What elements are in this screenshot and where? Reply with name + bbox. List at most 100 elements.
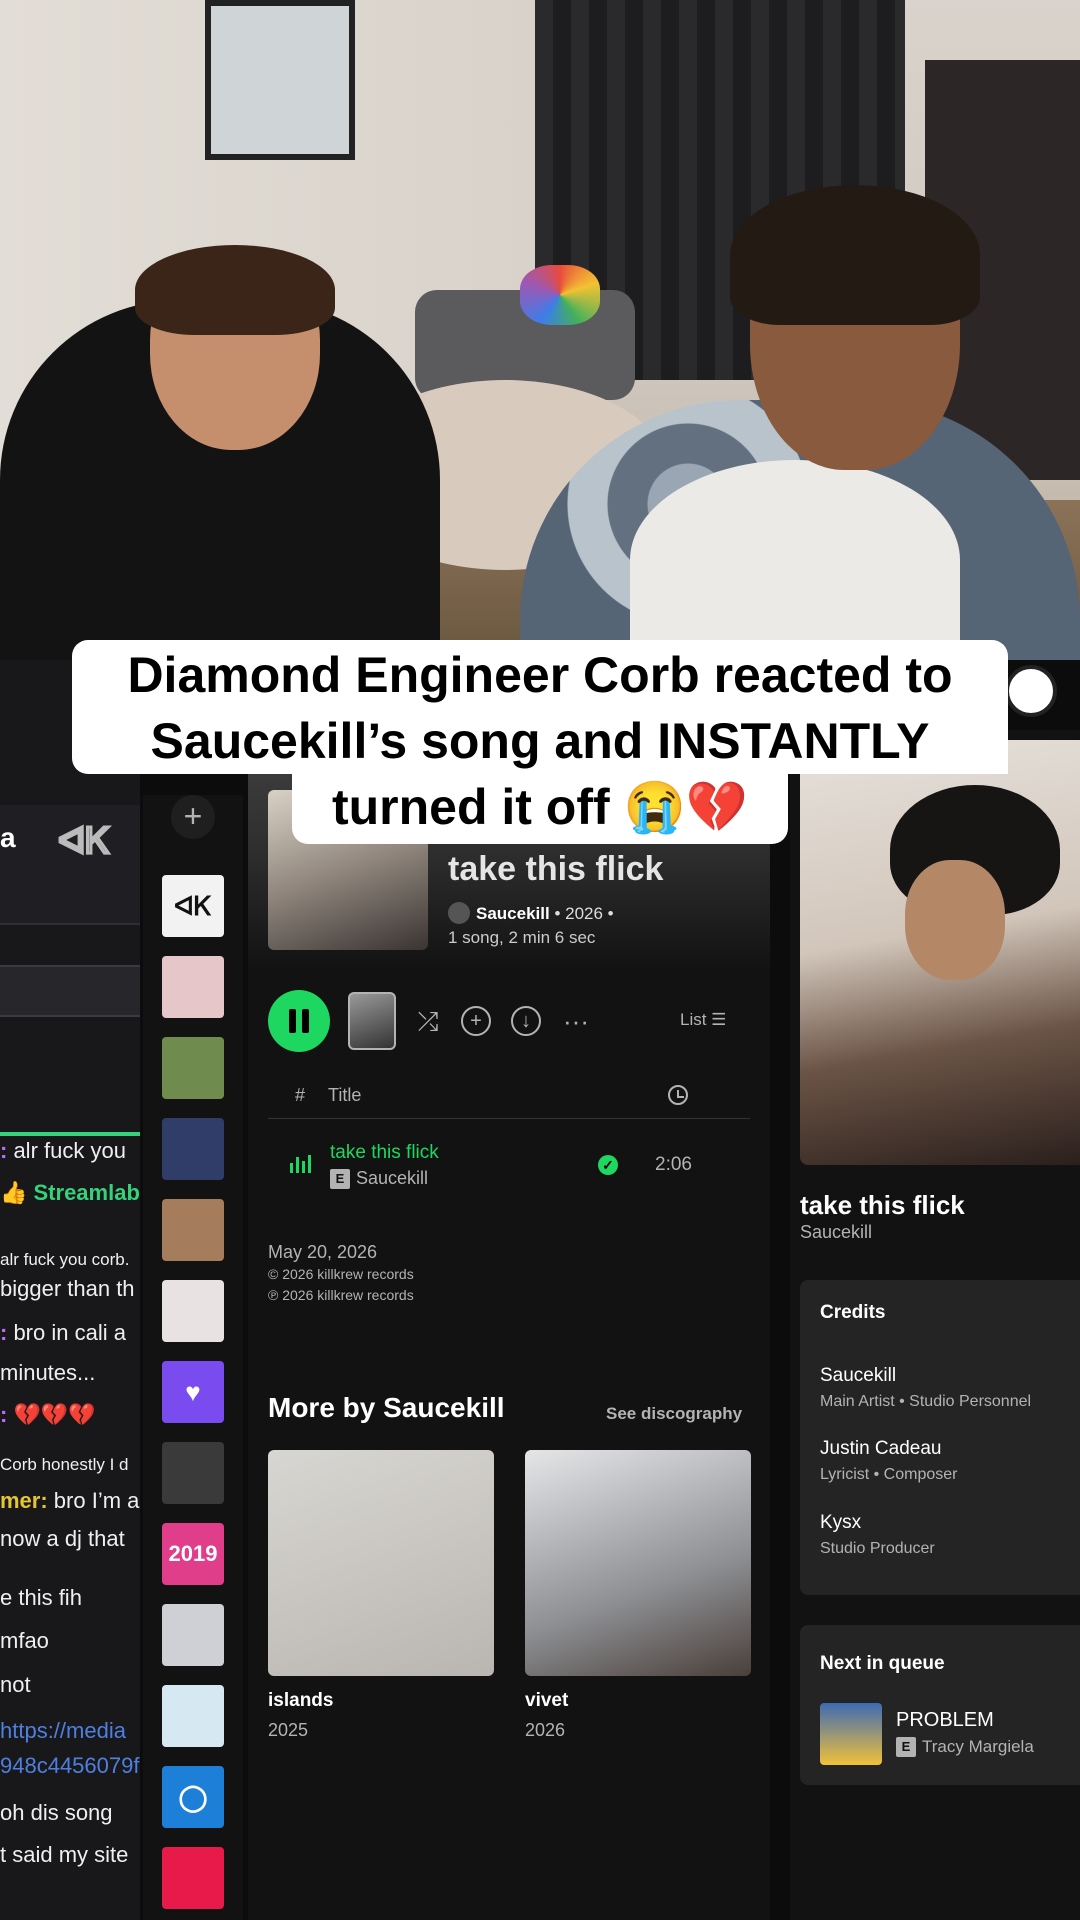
rainbow-plush [520,265,600,325]
discography-title[interactable]: islands [268,1690,333,1712]
library-item-thumbnail[interactable] [162,1442,224,1504]
chat-message: https://media [0,1718,140,1744]
chat-text: oh dis song [0,1800,113,1825]
see-discography-link[interactable]: See discography [606,1404,742,1424]
library-item-thumbnail[interactable]: 2019 [162,1523,224,1585]
chat-message: : 💔💔💔 [0,1402,140,1428]
chat-username: 👍 Streamlabs: [0,1180,140,1205]
chat-message: alr fuck you corb. [0,1245,140,1271]
phonographic-copyright: ℗ 2026 killkrew records [268,1287,414,1303]
library-item-thumbnail[interactable] [162,1847,224,1909]
discography-cover-islands[interactable] [268,1450,494,1676]
library-item-thumbnail[interactable]: ♥ [162,1361,224,1423]
chat-message: mer: bro I’m a [0,1488,140,1514]
chat-text: not [0,1672,31,1697]
chat-text: 💔💔💔 [7,1402,96,1427]
chat-text: minutes... [0,1360,96,1385]
artist-avatar-icon [448,902,470,924]
queue-track-artist: E Tracy Margiela [896,1737,1034,1757]
stream-chat: a ᐊᏦ : alr fuck you👍 Streamlabs:alr fuck… [0,660,140,1920]
track-artist-link[interactable]: Saucekill [356,1168,428,1188]
library-item-thumbnail[interactable] [162,1118,224,1180]
chat-message: Corb honestly I d [0,1450,140,1476]
now-playing-artist[interactable]: Saucekill [800,1222,872,1243]
caption-line: turned it off 😭💔 [292,774,788,844]
credit-role: Main Artist • Studio Personnel [820,1393,1032,1410]
pause-icon-bar [302,1009,309,1033]
album-view: take this flick Saucekill • 2026 • 1 son… [248,660,770,1920]
chat-message: e this fih [0,1585,140,1611]
queue-cover[interactable] [820,1703,882,1765]
shuffle-icon[interactable]: ⤮ [413,1006,443,1036]
list-view-toggle[interactable]: List ☰ [680,1010,726,1030]
chat-banner [0,965,140,1017]
credit-name[interactable]: Kysx [820,1512,861,1534]
discography-year: 2025 [268,1720,309,1740]
album-meta: Saucekill • 2026 • [448,902,614,924]
track-duration: 2:06 [655,1154,692,1175]
library-item-thumbnail[interactable] [162,1685,224,1747]
chat-text: t said my site [0,1842,129,1867]
album-preview-thumbnail[interactable] [348,992,396,1050]
release-date: May 20, 2026 [268,1242,378,1262]
chat-message: not [0,1672,140,1698]
library-item-thumbnail[interactable]: ◯ [162,1766,224,1828]
streamer-left-hair [135,245,335,335]
chat-text: now a dj that [0,1526,125,1551]
discography-title[interactable]: vivet [525,1690,568,1712]
streamer-right-shirt [630,460,960,660]
now-playing-equalizer-icon [290,1155,311,1173]
chat-message: 👍 Streamlabs: [0,1180,140,1206]
credits-heading: Credits [820,1302,886,1323]
pause-icon [289,1009,296,1033]
copyright: © 2026 killkrew records [268,1266,414,1282]
chat-message: bigger than th [0,1276,140,1302]
chat-message: : alr fuck you [0,1138,140,1164]
chat-text: alr fuck you [7,1138,126,1163]
track-title[interactable]: take this flick [330,1142,439,1164]
screen-capture: a ᐊᏦ : alr fuck you👍 Streamlabs:alr fuck… [0,660,1080,1920]
column-title: Title [328,1085,362,1105]
library-item-thumbnail[interactable] [162,1604,224,1666]
library-item-thumbnail[interactable] [162,1199,224,1261]
queue-track-title[interactable]: PROBLEM [896,1709,994,1732]
table-divider [268,1118,750,1119]
discography-year: 2026 [525,1720,566,1740]
chat-text: mfao [0,1628,49,1653]
chat-text: e this fih [0,1585,82,1610]
chat-text: Corb honestly I d [0,1455,129,1474]
chat-message: mfao [0,1628,140,1654]
chat-message: t said my site [0,1842,140,1868]
explicit-badge: E [896,1737,916,1757]
library-item-thumbnail[interactable] [162,1037,224,1099]
pause-button[interactable] [268,990,330,1052]
credit-role: Studio Producer [820,1540,935,1557]
discography-cover-vivet[interactable] [525,1450,751,1676]
wall-picture-frame [205,0,355,160]
now-playing-panel: take this flick Saucekill Credits Saucek… [790,730,1080,1920]
credit-name[interactable]: Justin Cadeau [820,1438,941,1460]
album-artist-link[interactable]: Saucekill [476,904,550,923]
credit-name[interactable]: Saucekill [820,1365,896,1387]
library-item-thumbnail[interactable] [162,1280,224,1342]
more-by-artist-heading: More by Saucekill [268,1392,505,1423]
queue-artist-link[interactable]: Tracy Margiela [922,1737,1034,1756]
chat-text: bro in cali a [7,1320,126,1345]
queue-heading: Next in queue [820,1653,945,1674]
chat-message: 948c4456079f [0,1753,140,1779]
chat-message: oh dis song [0,1800,140,1826]
video-caption: Diamond Engineer Corb reacted to Sauceki… [0,640,1080,844]
cover-face [905,860,1005,980]
more-options-icon[interactable]: ··· [561,1006,591,1036]
library-item-thumbnail[interactable]: ᐊᏦ [162,875,224,937]
explicit-badge: E [330,1169,350,1189]
chat-text: 948c4456079f [0,1753,140,1778]
chat-text: https://media [0,1718,126,1743]
download-icon[interactable]: ↓ [511,1006,541,1036]
library-item-thumbnail[interactable] [162,956,224,1018]
webcam-feed [0,0,1080,660]
add-icon[interactable]: + [461,1006,491,1036]
now-playing-title[interactable]: take this flick [800,1190,965,1221]
downloaded-check-icon: ✓ [598,1155,618,1175]
album-title: take this flick [448,850,664,888]
